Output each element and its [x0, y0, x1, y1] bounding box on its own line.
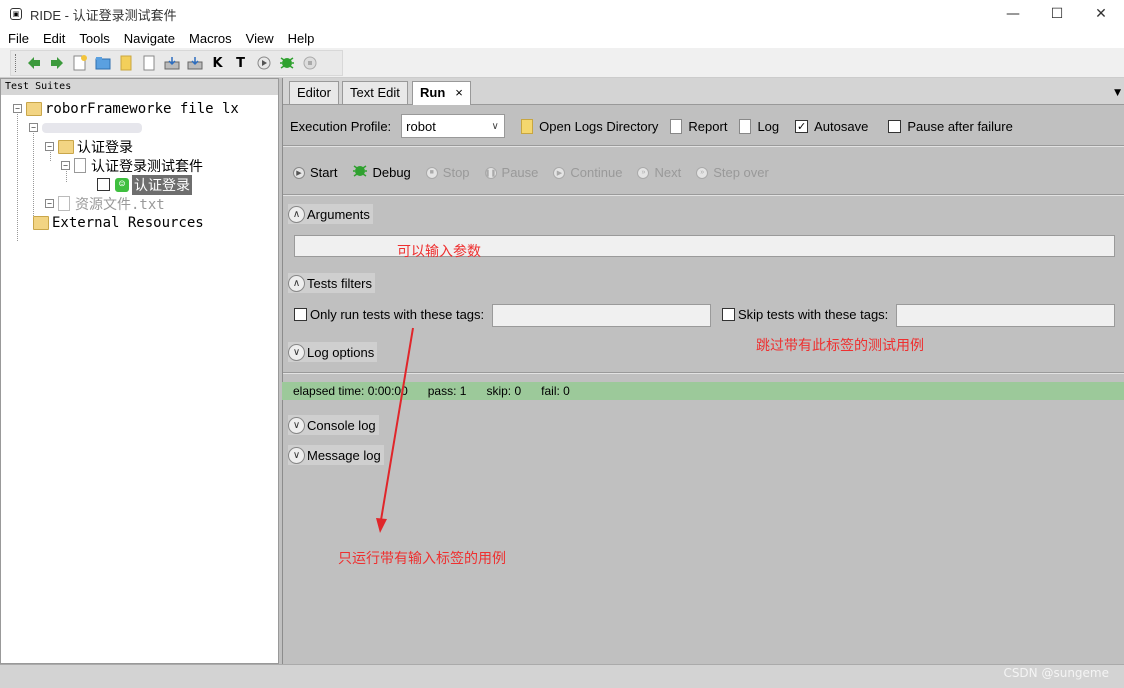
annotation-arrow [376, 327, 414, 533]
bottom-status-bar [0, 664, 1124, 688]
watermark: CSDN @sungeme [1003, 666, 1109, 680]
